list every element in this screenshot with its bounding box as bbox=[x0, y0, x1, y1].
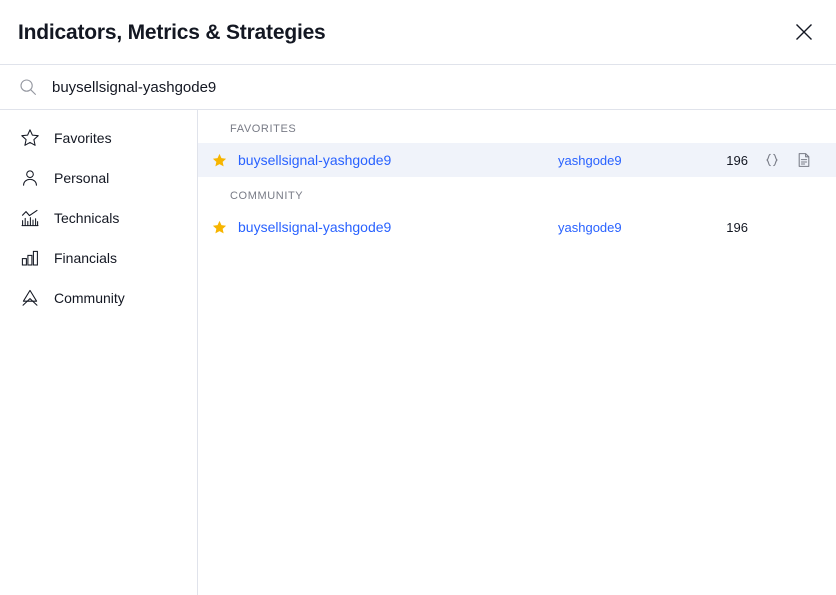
sidebar-item-label: Technicals bbox=[54, 210, 120, 226]
description-icon[interactable] bbox=[794, 150, 814, 170]
sidebar-item-label: Favorites bbox=[54, 130, 112, 146]
indicator-likes: 196 bbox=[726, 219, 748, 235]
indicator-author[interactable]: yashgode9 bbox=[558, 220, 678, 235]
indicator-author[interactable]: yashgode9 bbox=[558, 153, 678, 168]
dialog-body: Favorites Personal Technicals Financials… bbox=[0, 110, 836, 595]
close-button[interactable] bbox=[784, 12, 824, 52]
search-icon bbox=[18, 77, 38, 97]
bar-chart-icon bbox=[18, 246, 42, 270]
dialog-header: Indicators, Metrics & Strategies bbox=[0, 0, 836, 65]
star-outline-icon bbox=[18, 126, 42, 150]
sidebar-item-technicals[interactable]: Technicals bbox=[0, 198, 197, 238]
sidebar-item-label: Personal bbox=[54, 170, 110, 186]
row-actions bbox=[748, 150, 826, 170]
sidebar-item-community[interactable]: Community bbox=[0, 278, 197, 318]
indicators-dialog: Indicators, Metrics & Strategies buysell… bbox=[0, 0, 836, 595]
sidebar-item-financials[interactable]: Financials bbox=[0, 238, 197, 278]
star-filled-icon[interactable] bbox=[208, 153, 230, 168]
source-code-icon[interactable] bbox=[762, 150, 782, 170]
close-icon bbox=[794, 22, 814, 42]
star-filled-icon[interactable] bbox=[208, 220, 230, 235]
sidebar-item-favorites[interactable]: Favorites bbox=[0, 118, 197, 158]
indicator-name[interactable]: buysellsignal-yashgode9 bbox=[238, 219, 558, 235]
section-label-community: COMMUNITY bbox=[230, 190, 304, 202]
sidebar-item-personal[interactable]: Personal bbox=[0, 158, 197, 198]
sidebar-item-label: Financials bbox=[54, 250, 118, 266]
table-row[interactable]: buysellsignal-yashgode9 yashgode9 196 bbox=[198, 210, 836, 244]
person-icon bbox=[18, 166, 42, 190]
sidebar-item-label: Community bbox=[54, 290, 125, 306]
results-list: FAVORITES buysellsignal-yashgode9 yashgo… bbox=[198, 110, 836, 595]
table-row[interactable]: buysellsignal-yashgode9 yashgode9 196 bbox=[198, 143, 836, 177]
search-bar[interactable] bbox=[0, 65, 836, 110]
search-input[interactable] bbox=[52, 78, 472, 96]
indicator-name[interactable]: buysellsignal-yashgode9 bbox=[238, 152, 558, 168]
page-title: Indicators, Metrics & Strategies bbox=[18, 20, 326, 44]
sidebar: Favorites Personal Technicals Financials… bbox=[0, 110, 198, 595]
section-label-favorites: FAVORITES bbox=[230, 123, 297, 135]
indicator-likes: 196 bbox=[726, 152, 748, 168]
line-bar-chart-icon bbox=[18, 206, 42, 230]
mountain-icon bbox=[18, 286, 42, 310]
